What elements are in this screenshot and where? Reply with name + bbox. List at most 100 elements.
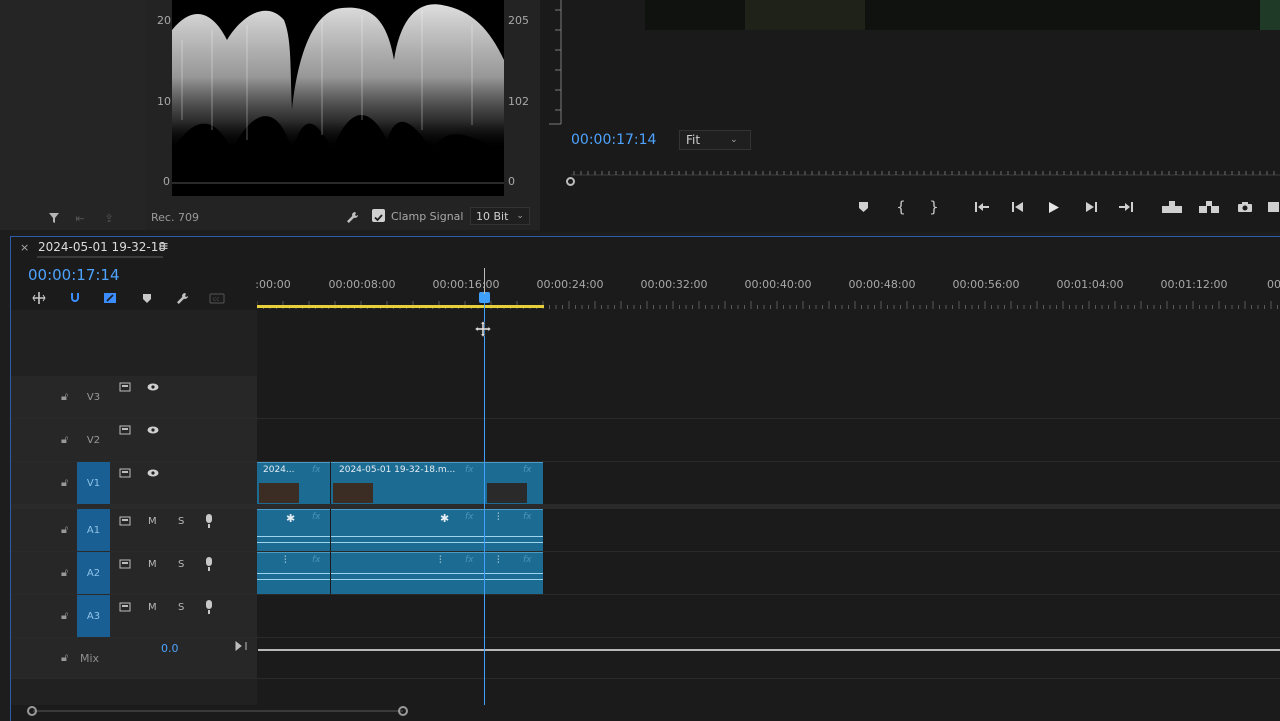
audio-clip[interactable]: ⫶ fx bbox=[331, 552, 484, 594]
step-back-icon[interactable] bbox=[1009, 199, 1027, 215]
sync-lock-icon[interactable] bbox=[118, 380, 132, 394]
go-to-end-icon[interactable] bbox=[234, 640, 248, 652]
chevron-down-icon: ⌄ bbox=[516, 211, 524, 221]
bit-depth-value: 10 Bit bbox=[476, 209, 509, 223]
sync-lock-icon[interactable] bbox=[118, 600, 132, 614]
audio-clip[interactable]: ⫶ fx bbox=[485, 509, 543, 551]
lock-icon[interactable]: 🔓︎ bbox=[61, 651, 68, 665]
ruler-label: :00:00 bbox=[255, 278, 291, 291]
mute-button[interactable]: M bbox=[148, 559, 157, 570]
video-clip[interactable]: 2024-05-01 19-32-18.m... fx bbox=[331, 462, 484, 504]
track-target-v1[interactable]: V1 bbox=[77, 462, 110, 504]
sync-lock-icon[interactable] bbox=[118, 423, 132, 437]
captions-icon[interactable]: cc bbox=[208, 291, 226, 305]
ruler-ticks bbox=[256, 294, 1280, 309]
zoom-dropdown[interactable]: Fit ⌄ bbox=[679, 130, 751, 150]
insert-icon[interactable]: ⇤ bbox=[72, 210, 88, 226]
mark-out-icon[interactable]: } bbox=[926, 198, 942, 216]
mic-icon[interactable] bbox=[203, 599, 215, 615]
scrollbar-left-handle[interactable] bbox=[27, 706, 37, 716]
snap-icon[interactable] bbox=[67, 291, 83, 305]
clamp-checkbox[interactable] bbox=[372, 209, 385, 222]
track-a2: 🔓︎ A2 M S bbox=[11, 552, 1280, 595]
ruler-label: 00:00:08:00 bbox=[328, 278, 396, 291]
eye-icon[interactable] bbox=[146, 424, 160, 436]
lock-icon[interactable]: 🔓︎ bbox=[61, 609, 68, 623]
track-a1: 🔓︎ A1 M S bbox=[11, 509, 1280, 552]
wrench-icon[interactable] bbox=[344, 209, 360, 225]
sync-lock-icon[interactable] bbox=[118, 466, 132, 480]
chevron-down-icon: ⌄ bbox=[730, 135, 738, 145]
marker-icon[interactable] bbox=[139, 291, 155, 305]
video-clip[interactable]: fx bbox=[485, 462, 543, 504]
step-forward-icon[interactable] bbox=[1082, 199, 1100, 215]
track-target-a2[interactable]: A2 bbox=[77, 552, 110, 594]
mute-button[interactable]: M bbox=[148, 516, 157, 527]
play-icon[interactable] bbox=[1045, 199, 1063, 215]
track-v3: 🔓︎ V3 bbox=[11, 376, 1280, 419]
mark-in-icon[interactable]: { bbox=[893, 198, 909, 216]
svg-text:cc: cc bbox=[213, 296, 220, 303]
solo-button[interactable]: S bbox=[178, 516, 184, 527]
audio-clip[interactable]: ⫶ fx bbox=[257, 552, 330, 594]
wrench-icon[interactable] bbox=[174, 290, 190, 306]
mic-icon[interactable] bbox=[203, 513, 215, 529]
lock-icon[interactable]: 🔓︎ bbox=[61, 566, 68, 580]
nest-sequence-icon[interactable] bbox=[31, 291, 47, 305]
tab-menu-icon[interactable]: ≡ bbox=[158, 239, 169, 254]
ruler-label: 00:00:24:00 bbox=[536, 278, 604, 291]
lock-icon[interactable]: 🔓︎ bbox=[61, 523, 68, 537]
eye-icon[interactable] bbox=[146, 467, 160, 479]
lock-icon[interactable]: 🔓︎ bbox=[61, 476, 68, 490]
track-header bbox=[11, 552, 257, 594]
fx-badge: fx bbox=[465, 512, 474, 522]
go-to-in-icon[interactable] bbox=[973, 199, 991, 215]
solo-button[interactable]: S bbox=[178, 559, 184, 570]
track-target-a3[interactable]: A3 bbox=[77, 595, 110, 637]
track-target-a1[interactable]: A1 bbox=[77, 509, 110, 551]
solo-button[interactable]: S bbox=[178, 602, 184, 613]
sync-lock-icon[interactable] bbox=[118, 514, 132, 528]
marker-icon[interactable] bbox=[855, 199, 871, 215]
export-frame-icon[interactable] bbox=[1266, 199, 1280, 215]
program-playhead-handle[interactable] bbox=[566, 177, 575, 186]
lock-icon[interactable]: 🔓︎ bbox=[61, 390, 68, 404]
track-target-v2[interactable]: V2 bbox=[77, 419, 110, 461]
program-timecode[interactable]: 00:00:17:14 bbox=[571, 132, 656, 148]
sync-lock-icon[interactable] bbox=[118, 557, 132, 571]
video-clip[interactable]: 2024... fx bbox=[257, 462, 330, 504]
bit-depth-dropdown[interactable]: 10 Bit ⌄ bbox=[470, 207, 530, 225]
timeline-timecode[interactable]: 00:00:17:14 bbox=[28, 266, 120, 284]
mic-icon[interactable] bbox=[203, 556, 215, 572]
track-target-v3[interactable]: V3 bbox=[77, 376, 110, 418]
filter-icon[interactable] bbox=[46, 210, 62, 226]
camera-icon[interactable] bbox=[1236, 199, 1254, 215]
audio-waveform-line bbox=[257, 573, 330, 574]
timeline-horizontal-scrollbar[interactable] bbox=[27, 706, 408, 716]
audio-clip[interactable]: ✱ fx bbox=[257, 509, 330, 551]
timeline-time-ruler[interactable]: :00:00 00:00:08:00 00:00:16:00 00:00:24:… bbox=[255, 278, 1280, 292]
audio-clip[interactable]: ✱ fx bbox=[331, 509, 484, 551]
linked-selection-icon[interactable] bbox=[102, 291, 118, 305]
go-to-out-icon[interactable] bbox=[1117, 199, 1135, 215]
scrollbar-right-handle[interactable] bbox=[398, 706, 408, 716]
lift-icon[interactable] bbox=[1160, 198, 1184, 216]
audio-clip[interactable]: ⫶ fx bbox=[485, 552, 543, 594]
mix-volume-value[interactable]: 0.0 bbox=[161, 642, 179, 655]
close-tab-icon[interactable]: × bbox=[20, 241, 29, 254]
tab-underline bbox=[37, 256, 163, 258]
sequence-tab-title[interactable]: 2024-05-01 19-32-18 bbox=[38, 240, 166, 254]
playhead-line[interactable] bbox=[484, 299, 485, 705]
mute-button[interactable]: M bbox=[148, 602, 157, 613]
keyframe-icon: ✱ bbox=[440, 512, 450, 525]
fx-badge: fx bbox=[523, 555, 532, 565]
track-header bbox=[11, 509, 257, 551]
work-area-bar[interactable] bbox=[257, 305, 544, 308]
program-time-ruler[interactable] bbox=[566, 168, 1280, 182]
export-icon[interactable]: ⇪ bbox=[100, 210, 118, 226]
track-v2: 🔓︎ V2 bbox=[11, 419, 1280, 462]
scope-left-tick: 20 bbox=[157, 14, 171, 27]
lock-icon[interactable]: 🔓︎ bbox=[61, 433, 68, 447]
extract-icon[interactable] bbox=[1197, 198, 1221, 216]
eye-icon[interactable] bbox=[146, 381, 160, 393]
